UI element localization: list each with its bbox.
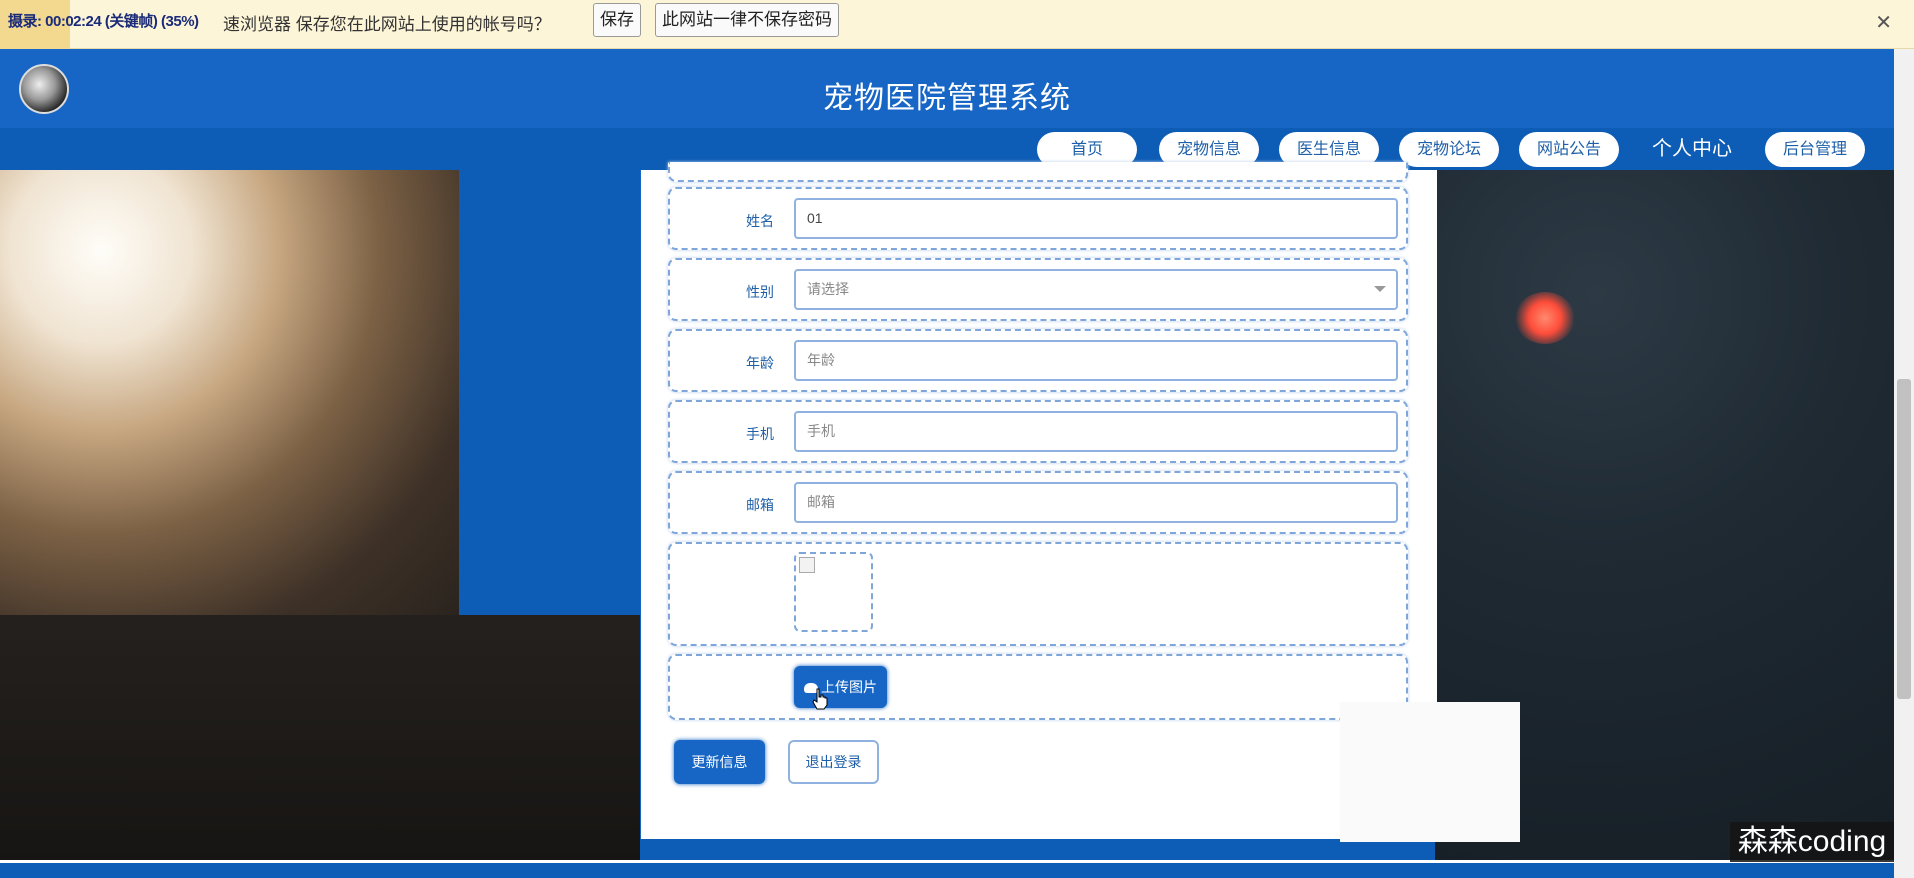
nav-pet-forum[interactable]: 宠物论坛 xyxy=(1399,132,1499,167)
form-row-email: 邮箱 邮箱 xyxy=(668,471,1408,534)
close-icon[interactable]: ✕ xyxy=(1875,10,1892,35)
gender-label: 性别 xyxy=(746,284,774,300)
age-label: 年龄 xyxy=(746,355,774,371)
gender-select[interactable]: 请选择 xyxy=(794,269,1398,310)
background-glow xyxy=(1515,292,1575,344)
name-field[interactable]: 01 xyxy=(794,198,1398,239)
nav-announcements[interactable]: 网站公告 xyxy=(1519,132,1619,167)
overlay-block xyxy=(1340,702,1520,842)
email-field[interactable]: 邮箱 xyxy=(794,482,1398,523)
update-info-button[interactable]: 更新信息 xyxy=(674,740,765,784)
form-row-phone: 手机 手机 xyxy=(668,400,1408,463)
upload-image-button[interactable]: 上传图片 xyxy=(794,666,887,708)
save-password-button[interactable]: 保存 xyxy=(593,3,641,37)
background-photo-left xyxy=(0,170,459,615)
form-row-age: 年龄 年龄 xyxy=(668,329,1408,392)
email-label: 邮箱 xyxy=(746,497,774,513)
form-row-partial xyxy=(668,162,1408,182)
footer-bar xyxy=(0,860,1894,878)
upload-image-label: 上传图片 xyxy=(821,679,877,695)
password-save-bar: 摄录: 00:02:24 (关键帧) (35%) 速浏览器 保存您在此网站上使用… xyxy=(0,0,1914,49)
chevron-down-icon xyxy=(1374,286,1386,292)
page-title: 宠物医院管理系统 xyxy=(823,82,1071,115)
form-row-avatar xyxy=(668,542,1408,646)
watermark: 森森coding xyxy=(1730,822,1894,862)
form-row-gender: 性别 请选择 xyxy=(668,258,1408,321)
nav-personal-center[interactable]: 个人中心 xyxy=(1652,132,1732,167)
password-save-message: 速浏览器 保存您在此网站上使用的帐号吗？ xyxy=(223,15,551,34)
logout-button[interactable]: 退出登录 xyxy=(788,740,879,784)
nav-admin[interactable]: 后台管理 xyxy=(1765,132,1865,167)
hand-cursor-icon xyxy=(812,688,828,710)
phone-field[interactable]: 手机 xyxy=(794,411,1398,452)
broken-image-icon xyxy=(799,557,815,573)
page-scrollbar[interactable] xyxy=(1894,49,1914,878)
age-field[interactable]: 年龄 xyxy=(794,340,1398,381)
name-label: 姓名 xyxy=(746,213,774,229)
site-header: 宠物医院管理系统 xyxy=(0,49,1894,128)
form-row-upload: 上传图片 xyxy=(668,654,1408,720)
recording-status: 摄录: 00:02:24 (关键帧) (35%) xyxy=(8,13,199,30)
scrollbar-thumb[interactable] xyxy=(1897,379,1911,699)
background-blue-block xyxy=(459,170,640,615)
phone-label: 手机 xyxy=(746,426,774,442)
avatar-preview xyxy=(794,552,873,632)
never-save-password-button[interactable]: 此网站一律不保存密码 xyxy=(655,3,839,37)
form-row-name: 姓名 01 xyxy=(668,187,1408,250)
gender-select-value: 请选择 xyxy=(807,281,849,297)
